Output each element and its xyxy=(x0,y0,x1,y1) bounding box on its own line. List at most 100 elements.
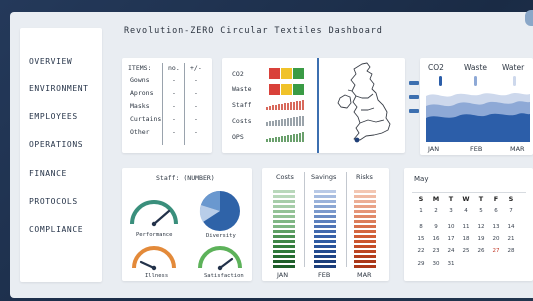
staff-panel: Staff: (NUMBER) Performance Diversity Il… xyxy=(122,168,252,281)
calendar-day[interactable]: 3 xyxy=(444,208,458,214)
calendar-day[interactable]: 13 xyxy=(489,224,503,230)
calendar-month: May xyxy=(414,175,429,183)
calendar-day[interactable]: 9 xyxy=(429,224,443,230)
item-name: Aprons xyxy=(130,89,154,97)
calendar-day[interactable]: 29 xyxy=(414,261,428,267)
change-header: +/- xyxy=(190,64,202,72)
calendar-day[interactable]: 11 xyxy=(459,224,473,230)
calendar-day[interactable]: 28 xyxy=(504,248,518,254)
calendar-day[interactable]: 8 xyxy=(414,224,428,230)
item-count: - xyxy=(172,89,176,97)
status-amber-swatch xyxy=(281,68,292,79)
calendar-day[interactable]: 31 xyxy=(444,261,458,267)
nav-item-compliance[interactable]: COMPLIANCE xyxy=(29,225,83,234)
calendar-day[interactable]: 7 xyxy=(504,208,518,214)
calendar-day[interactable]: 16 xyxy=(429,236,443,242)
location-marker-icon xyxy=(354,137,360,143)
calendar-day[interactable]: 23 xyxy=(429,248,443,254)
calendar-day[interactable]: 21 xyxy=(504,236,518,242)
calendar-day[interactable]: 14 xyxy=(504,224,518,230)
calendar-day-highlighted[interactable]: 27 xyxy=(489,248,503,254)
calendar-day[interactable]: 24 xyxy=(444,248,458,254)
calendar-day[interactable]: 30 xyxy=(429,261,443,267)
item-count: - xyxy=(172,76,176,84)
nav-item-operations[interactable]: OPERATIONS xyxy=(29,140,83,149)
nav-item-environment[interactable]: ENVIRONMENT xyxy=(29,84,89,93)
item-delta: - xyxy=(194,89,198,97)
item-count: - xyxy=(172,102,176,110)
status-amber-swatch xyxy=(281,84,292,95)
stripe-bar-chart xyxy=(273,190,376,268)
illness-label: Illness xyxy=(145,273,169,279)
weekday-label: W xyxy=(462,195,470,203)
items-header: ITEMS: xyxy=(128,64,152,72)
calendar-day[interactable]: 1 xyxy=(414,208,428,214)
nav-item-finance[interactable]: FINANCE xyxy=(29,169,67,178)
month-label: FEB xyxy=(470,145,483,153)
calendar-day[interactable]: 22 xyxy=(414,248,428,254)
status-red-swatch xyxy=(269,68,280,79)
calendar-day[interactable]: 15 xyxy=(414,236,428,242)
diversity-pie xyxy=(199,191,240,231)
sidebar-nav: OVERVIEW ENVIRONMENT EMPLOYEES OPERATION… xyxy=(20,28,102,282)
calendar-day[interactable]: 18 xyxy=(459,236,473,242)
legend-co2: CO2 xyxy=(428,63,444,72)
calendar-day[interactable]: 26 xyxy=(474,248,488,254)
month-label: JAN xyxy=(277,271,289,279)
calendar-day[interactable]: 2 xyxy=(429,208,443,214)
item-count: - xyxy=(172,128,176,136)
satisfaction-needle xyxy=(218,257,234,270)
side-tab-icon xyxy=(525,10,533,26)
environment-chart-panel: CO2 Waste Water JAN FEB MAR xyxy=(420,58,533,155)
nav-item-overview[interactable]: OVERVIEW xyxy=(29,57,72,66)
nav-item-employees[interactable]: EMPLOYEES xyxy=(29,112,78,121)
month-label: JAN xyxy=(428,145,440,153)
connector-icon xyxy=(409,95,419,99)
staff-gauges xyxy=(130,191,242,271)
status-red-swatch xyxy=(269,84,280,95)
costs-savings-risks-panel: Costs Savings Risks JAN FEB MAR xyxy=(262,168,389,281)
savings-header: Savings xyxy=(311,173,337,181)
calendar-day[interactable]: 17 xyxy=(444,236,458,242)
satisfaction-label: Satisfaction xyxy=(204,273,244,279)
calendar-day[interactable]: 6 xyxy=(489,208,503,214)
savings-stripes xyxy=(314,190,336,268)
calendar-day[interactable]: 12 xyxy=(474,224,488,230)
uk-map-icon xyxy=(337,62,391,143)
metrics-map-panel: CO2 Waste Staff Costs OPS xyxy=(222,58,405,153)
calendar-day[interactable]: 5 xyxy=(474,208,488,214)
risks-stripes xyxy=(354,190,376,268)
legend-water: Water xyxy=(502,63,525,72)
calendar-day[interactable]: 10 xyxy=(444,224,458,230)
items-table: ITEMS: no. +/- Gowns - - Aprons - - Mask… xyxy=(122,58,212,153)
staff-sparkline xyxy=(266,100,304,110)
item-name: Other xyxy=(130,128,150,136)
costs-stripes xyxy=(273,190,295,268)
metric-label-staff: Staff xyxy=(232,101,252,109)
illness-gauge xyxy=(132,246,176,269)
month-label: FEB xyxy=(318,271,331,279)
calendar-day[interactable]: 4 xyxy=(459,208,473,214)
item-count: - xyxy=(172,115,176,123)
ops-sparkline xyxy=(266,132,304,142)
status-green-swatch xyxy=(293,68,304,79)
item-delta: - xyxy=(194,76,198,84)
month-label: MAR xyxy=(510,145,525,153)
co2-marker-icon xyxy=(439,76,442,86)
table-divider xyxy=(184,63,185,145)
page-title: Revolution-ZERO Circular Textiles Dashbo… xyxy=(124,26,383,36)
metric-label-co2: CO2 xyxy=(232,70,244,78)
weekday-label: T xyxy=(448,195,454,203)
metric-label-ops: OPS xyxy=(232,133,244,141)
calendar-panel: May S M T W T F S 1 2 3 4 5 6 7 8 9 10 1… xyxy=(404,168,533,281)
performance-needle xyxy=(152,209,171,226)
calendar-day[interactable]: 20 xyxy=(489,236,503,242)
calendar-day[interactable]: 19 xyxy=(474,236,488,242)
item-delta: - xyxy=(194,102,198,110)
calendar-day[interactable]: 25 xyxy=(459,248,473,254)
weekday-label: F xyxy=(493,195,499,203)
item-delta: - xyxy=(194,115,198,123)
nav-item-protocols[interactable]: PROTOCOLS xyxy=(29,197,78,206)
costs-sparkline xyxy=(266,116,304,126)
costs-header: Costs xyxy=(276,173,294,181)
